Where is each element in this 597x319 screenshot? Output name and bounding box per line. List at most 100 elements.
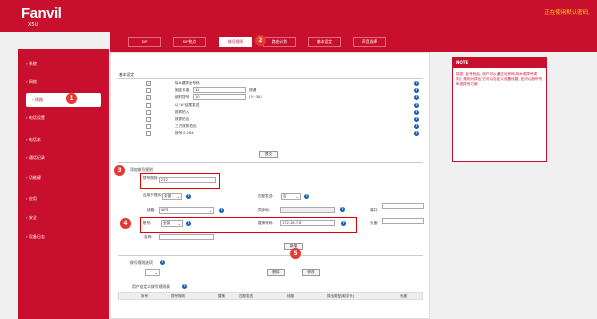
help-icon[interactable]: ? xyxy=(414,88,419,93)
tab-sound-select[interactable]: 声音选择 xyxy=(353,37,386,47)
checkbox-capture-out[interactable] xyxy=(146,117,151,122)
dial-rule-input[interactable]: 232 xyxy=(159,177,216,183)
timeout-dial-input[interactable]: 10 xyxy=(193,94,246,100)
timeout-dial-label: 超时拨号 xyxy=(175,95,190,99)
capture-in-label: 按抓拍入 xyxy=(175,110,190,114)
help-icon[interactable]: ? xyxy=(186,194,191,199)
sidebar-item-device-log[interactable]: › 设备日志 xyxy=(18,230,109,244)
rule-list-title: 拨号规则选项 xyxy=(130,260,153,265)
line-select[interactable]: SIP1 ⌄ xyxy=(159,207,214,214)
sidebar-item-line[interactable]: › 线路 xyxy=(26,93,101,107)
note-title: NOTE xyxy=(453,58,546,68)
sidebar-item-label: 网络 xyxy=(28,79,37,84)
column-header: 替换 xyxy=(218,294,225,298)
column-header: 匹配发送 xyxy=(239,294,253,298)
tab-basic-settings[interactable]: 基本设定 xyxy=(308,37,341,47)
help-icon[interactable]: ? xyxy=(304,194,309,199)
fixed-length-input[interactable]: 11 xyxy=(193,87,246,93)
step-marker: 1 xyxy=(66,93,77,104)
column-header: 序号 xyxy=(141,294,148,298)
sidebar-item-phone-settings[interactable]: › 电话设置 xyxy=(18,111,109,125)
user-rule-table-header: 序号 拨号规则 替换 匹配发送 线路 拨出类型(取字头) 长度 xyxy=(118,292,423,300)
help-icon[interactable]: ? xyxy=(414,124,419,129)
sidebar-item-label: 通话记录 xyxy=(28,155,45,160)
line-value: SIP1 xyxy=(161,208,169,212)
fixed-length-label: 固定长度 xyxy=(175,88,190,92)
name-label: 名称: xyxy=(144,235,153,239)
target-input[interactable]: 172.16.7.8 xyxy=(280,220,335,226)
chevron-down-icon: ⌄ xyxy=(295,194,299,199)
step-marker: 3 xyxy=(114,165,125,176)
help-icon[interactable]: ? xyxy=(219,208,224,213)
help-icon[interactable]: ? xyxy=(414,131,419,136)
modify-button[interactable]: 修改 xyxy=(302,269,320,276)
name-input[interactable] xyxy=(159,234,214,240)
help-icon[interactable]: ? xyxy=(186,221,191,226)
help-icon[interactable]: ? xyxy=(414,103,419,108)
account-value: 全部 xyxy=(163,221,171,225)
sidebar-item-label: 安全 xyxy=(28,215,37,220)
checkbox-fixed-length[interactable] xyxy=(146,88,151,93)
sync-label: 同步地: xyxy=(258,208,270,212)
rule-type-value: 全部 xyxy=(164,194,172,198)
port-input[interactable] xyxy=(382,203,424,209)
chevron-down-icon: ⌄ xyxy=(177,221,181,226)
sidebar-item-apps[interactable]: › 应用 xyxy=(18,192,109,206)
sidebar-item-security[interactable]: › 安全 xyxy=(18,211,109,225)
rule-list-select[interactable]: ⌄ xyxy=(145,269,160,276)
target-label: 替换号码: xyxy=(258,221,274,225)
column-header: 拨出类型(取字头) xyxy=(327,294,355,298)
sidebar-item-network[interactable]: › 网络 xyxy=(18,75,109,89)
port-label: 端口: xyxy=(370,208,379,212)
help-icon[interactable]: ? xyxy=(414,81,419,86)
length-label: 长度: xyxy=(370,221,379,225)
line-label: 线路: xyxy=(147,208,156,212)
chevron-down-icon: ⌄ xyxy=(208,208,212,213)
dial-rule-label: 拨号规则: xyxy=(143,176,159,180)
checkbox-timeout-dial[interactable]: ✓ xyxy=(146,95,151,100)
hash-dial-label: 除#键拨出号码 xyxy=(175,81,200,85)
e164-label: 按号 E.164 xyxy=(175,131,194,135)
sidebar-item-call-log[interactable]: › 通话记录 xyxy=(18,151,109,165)
tab-sip-hotspot[interactable]: SIP热点 xyxy=(173,37,206,47)
sidebar-item-system[interactable]: › 系统 xyxy=(18,57,109,71)
column-header: 长度 xyxy=(400,294,407,298)
help-icon[interactable]: ? xyxy=(182,284,187,289)
help-icon[interactable]: ? xyxy=(341,221,346,226)
checkbox-e164[interactable] xyxy=(146,131,151,136)
checkbox-capture-in[interactable] xyxy=(146,110,151,115)
tab-route-plan[interactable]: 路由计划 xyxy=(263,37,296,47)
column-header: 拨号规则 xyxy=(171,294,185,298)
tab-sip[interactable]: SIP xyxy=(128,37,161,47)
model-label: X5U xyxy=(28,22,39,28)
default-password-notice[interactable]: 正在使用默认密码, xyxy=(544,8,590,16)
help-icon[interactable]: ? xyxy=(414,95,419,100)
help-icon[interactable]: ? xyxy=(160,260,165,265)
chevron-down-icon: ⌄ xyxy=(176,194,180,199)
submit-button[interactable]: 提交 xyxy=(259,151,278,158)
note-body: 描述: 此号码后, 用户可以通过对号码(除#或拨号规则), 规则为拨出,它可以自… xyxy=(456,72,543,86)
sidebar-item-label: 功能键 xyxy=(28,175,41,180)
help-icon[interactable]: ? xyxy=(414,117,419,122)
delete-button[interactable]: 删除 xyxy=(267,269,285,276)
checkbox-3way-capture[interactable] xyxy=(146,124,151,129)
checkbox-hash-dial[interactable]: ✓ xyxy=(146,81,151,86)
3way-capture-label: 三方按抓拍出 xyxy=(175,124,197,128)
rule-type-select[interactable]: 全部 ⌄ xyxy=(162,193,182,200)
sidebar-item-phonebook[interactable]: › 电话本 xyxy=(18,133,109,147)
sidebar-item-function-keys[interactable]: › 功能键 xyxy=(18,171,109,185)
checkbox-hash-send[interactable] xyxy=(146,103,151,108)
help-icon[interactable]: ? xyxy=(414,110,419,115)
apply-select[interactable]: 否 ⌄ xyxy=(281,193,301,200)
help-icon[interactable]: ? xyxy=(340,207,345,212)
sidebar-item-label: 电话设置 xyxy=(28,115,45,120)
sidebar: › 系统 › 网络 › 线路 › 电话设置 › 电话本 › 通话记录 › 功能键… xyxy=(18,49,109,319)
hash-send-label: 以"#"结尾发送 xyxy=(175,103,200,107)
length-input[interactable] xyxy=(382,218,424,224)
capture-out-label: 按抓拍出 xyxy=(175,117,190,121)
rule-type-label: 应用于规则: xyxy=(143,193,163,197)
sync-input[interactable] xyxy=(280,207,335,213)
tab-dial-rules[interactable]: 拨号规则 xyxy=(219,37,252,47)
apply-value: 否 xyxy=(283,194,287,198)
account-select[interactable]: 全部 ⌄ xyxy=(161,220,183,227)
